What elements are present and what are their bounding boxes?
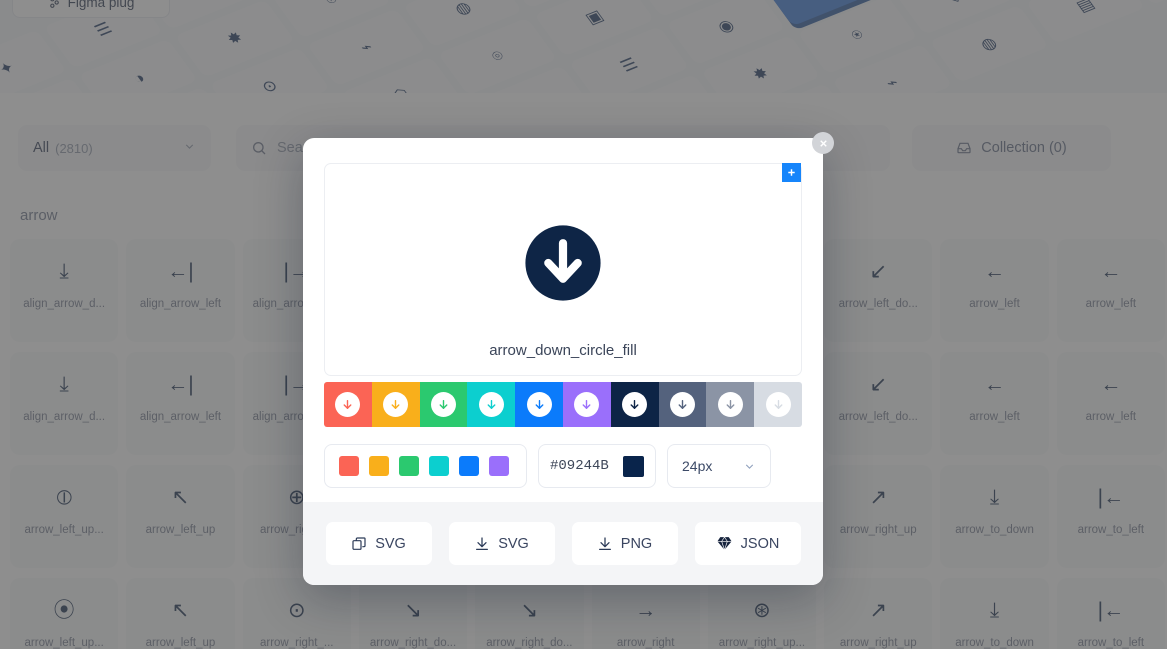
export-svg-button[interactable]: SVG [448,522,555,565]
palette-color[interactable] [489,456,509,476]
arrow-down-icon [726,400,735,409]
icon-name-label: arrow_down_circle_fill [489,342,637,359]
color-swatch[interactable] [562,382,611,427]
color-swatch-strip [324,382,802,427]
app-root: ◇◈✦☰◉⊘◒⬡⌾▣◐✧⊙⌁◍▤⬢◑✸⍟◇◈✦☰◉⊘◒⬡⌾▣◐✧⊙⌁◍▤⬢◑✸⍟… [0,0,1167,649]
color-swatch[interactable] [610,382,659,427]
hex-color-input[interactable]: #09244B [538,444,656,488]
icon-preview-card: arrow_down_circle_fill [324,163,802,376]
arrow-down-icon [391,400,400,409]
palette-color[interactable] [399,456,419,476]
arrow-down-icon [535,400,544,409]
color-swatch[interactable] [371,382,420,427]
export-svg-button[interactable]: SVG [325,522,432,565]
download-icon [474,536,490,552]
swatch-preview-circle [335,392,361,417]
close-modal-button[interactable] [812,132,834,154]
palette-color[interactable] [459,456,479,476]
arrow-down-icon [487,400,496,409]
sketch-diamond-icon [716,535,733,552]
arrow-down-icon [774,400,783,409]
size-value: 24px [682,458,713,474]
export-button-label: SVG [498,535,529,552]
swatch-preview-circle [383,392,409,417]
arrow-down-icon [343,400,352,409]
color-swatch[interactable] [324,382,372,427]
download-icon [597,536,613,552]
color-swatch[interactable] [515,382,563,427]
size-dropdown[interactable]: 24px [667,444,771,488]
color-swatch[interactable] [658,382,707,427]
plus-icon [788,169,795,176]
hex-value: #09244B [550,458,609,474]
arrow-down-circle-fill-icon [525,225,601,301]
swatch-preview-circle [430,392,456,417]
swatch-preview-circle [669,392,695,417]
export-json-button[interactable]: JSON [694,522,801,565]
color-swatch[interactable] [754,382,802,427]
color-palette[interactable] [324,444,527,488]
export-button-label: SVG [375,535,406,552]
swatch-preview-circle [717,392,743,417]
swatch-preview-circle [765,392,791,417]
palette-color[interactable] [369,456,389,476]
icon-detail-modal: arrow_down_circle_fill #09244B 24px SVG S… [303,138,823,585]
color-swatch[interactable] [419,382,468,427]
swatch-preview-circle [574,392,600,417]
arrow-down-icon [439,400,448,409]
add-to-collection-button[interactable] [782,163,801,182]
color-swatch[interactable] [706,382,755,427]
swatch-preview-circle [622,392,648,417]
chevron-down-icon [745,463,754,469]
arrow-down-icon [582,400,591,409]
color-controls-row: #09244B 24px [324,444,802,488]
arrow-down-icon [630,400,639,409]
swatch-preview-circle [478,392,504,417]
current-color-swatch[interactable] [623,455,644,477]
palette-color[interactable] [429,456,449,476]
copy-icon [351,536,367,552]
swatch-preview-circle [526,392,552,417]
close-icon [819,139,827,147]
color-swatch[interactable] [467,382,516,427]
export-button-label: JSON [740,535,780,552]
arrow-down-icon [678,400,687,409]
export-button-label: PNG [620,535,653,552]
palette-color[interactable] [339,456,359,476]
export-footer: SVG SVG PNG JSON [303,502,823,585]
export-png-button[interactable]: PNG [571,522,678,565]
